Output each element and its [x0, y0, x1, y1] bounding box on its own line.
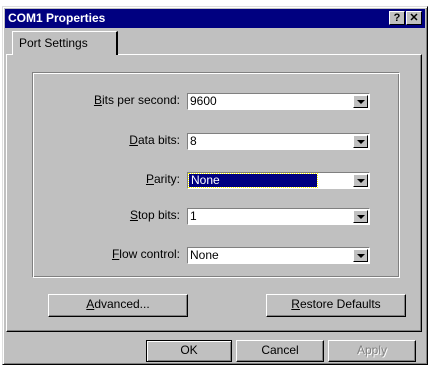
- close-button[interactable]: ✕: [406, 11, 422, 25]
- tab-label: Port Settings: [19, 36, 88, 50]
- data-bits-select[interactable]: 8: [187, 133, 370, 150]
- chevron-down-icon[interactable]: [353, 135, 368, 148]
- cancel-button[interactable]: Cancel: [236, 340, 324, 362]
- advanced-button[interactable]: Advanced...: [48, 294, 188, 317]
- close-icon: ✕: [409, 12, 419, 24]
- data-bits-label: Data bits:: [129, 133, 180, 147]
- flow-control-select[interactable]: None: [187, 247, 370, 264]
- apply-button[interactable]: Apply: [328, 340, 416, 362]
- help-button[interactable]: ?: [389, 11, 405, 25]
- help-icon: ?: [393, 12, 401, 24]
- tab-port-settings[interactable]: Port Settings: [12, 31, 118, 55]
- stop-bits-select[interactable]: 1: [187, 208, 370, 225]
- window-title: COM1 Properties: [8, 11, 106, 25]
- bits-per-second-value: 9600: [190, 94, 217, 108]
- parity-label: Parity:: [145, 172, 180, 186]
- parity-value: None: [188, 173, 318, 188]
- stop-bits-value: 1: [190, 209, 197, 223]
- data-bits-value: 8: [190, 134, 197, 148]
- title-bar[interactable]: COM1 Properties ? ✕: [5, 9, 425, 28]
- ok-button[interactable]: OK: [146, 340, 232, 362]
- chevron-down-icon[interactable]: [353, 249, 368, 262]
- stop-bits-label: Stop bits:: [129, 208, 180, 222]
- bits-per-second-label: Bits per second:: [93, 93, 180, 107]
- parity-select[interactable]: None: [187, 172, 370, 189]
- restore-defaults-button[interactable]: Restore Defaults: [266, 294, 406, 317]
- flow-control-value: None: [190, 248, 219, 262]
- chevron-down-icon[interactable]: [353, 210, 368, 223]
- bits-per-second-select[interactable]: 9600: [187, 93, 370, 110]
- chevron-down-icon[interactable]: [353, 174, 368, 187]
- flow-control-label: Flow control:: [111, 247, 180, 261]
- chevron-down-icon[interactable]: [353, 95, 368, 108]
